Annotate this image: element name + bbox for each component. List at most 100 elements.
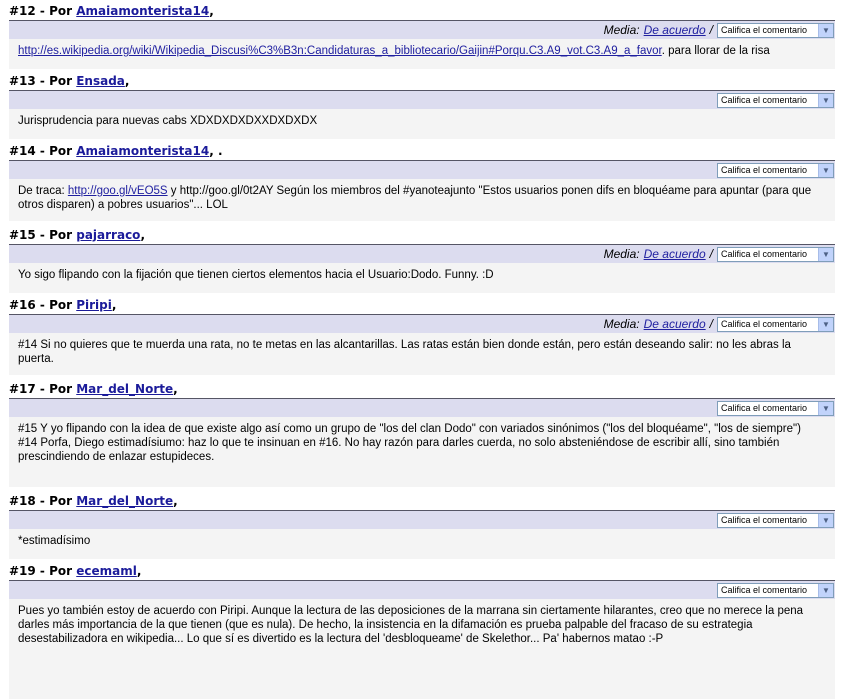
chevron-down-icon[interactable]: ▼	[818, 93, 833, 107]
rate-comment-select[interactable]: Califica el comentario ▼	[717, 22, 834, 38]
comment-author-link[interactable]: Piripi	[76, 298, 112, 312]
agree-link[interactable]: De acuerdo	[644, 23, 706, 37]
comment-author-link[interactable]: pajarraco	[76, 228, 140, 242]
comment-rating-bar: Califica el comentario ▼	[9, 510, 835, 529]
comment-header: #13 - Por Ensada,	[9, 73, 129, 90]
rate-comment-select[interactable]: Califica el comentario ▼	[717, 400, 834, 416]
comment-paragraph: Yo sigo flipando con la fijación que tie…	[18, 268, 827, 282]
comment-text: Pues yo también estoy de acuerdo con Pir…	[18, 605, 804, 645]
comment-body: De traca: http://goo.gl/vEO5S y http://g…	[9, 179, 835, 221]
rate-comment-select-value: Califica el comentario	[721, 165, 808, 175]
rate-comment-select[interactable]: Califica el comentario ▼	[717, 316, 834, 332]
comment-header-suffix: ,	[111, 298, 117, 312]
comment-header-suffix: , .	[209, 144, 223, 158]
comment-header-suffix: ,	[124, 74, 130, 88]
comment-number: #15 - Por	[9, 228, 77, 242]
comment-rating-bar: Media: De acuerdo / Califica el comentario ▼	[9, 20, 835, 39]
media-label: Media:	[603, 247, 640, 261]
chevron-down-icon[interactable]: ▼	[818, 23, 833, 37]
rate-comment-select-value: Califica el comentario	[721, 95, 808, 105]
comment-number: #19 - Por	[9, 564, 77, 578]
comment-rating-bar: Califica el comentario ▼	[9, 90, 835, 109]
comment-text: Jurisprudencia para nuevas cabs XDXDXDXD…	[18, 115, 318, 127]
comment-body: http://es.wikipedia.org/wiki/Wikipedia_D…	[9, 39, 835, 69]
comment-header: #14 - Por Amaiamonteristа14, .	[9, 143, 223, 160]
comment-text: #14 Porfa, Diego estimadísiumo: haz lo q…	[18, 437, 780, 463]
comment-header: #12 - Por Amaiamonteristа14,	[9, 3, 214, 20]
comment-header-suffix: ,	[209, 4, 214, 18]
media-label: Media:	[603, 23, 640, 37]
comment-author-link[interactable]: Ensada	[76, 74, 125, 88]
comment-text: #15 Y yo flipando con la idea de que exi…	[18, 423, 801, 435]
comment-paragraph: http://es.wikipedia.org/wiki/Wikipedia_D…	[18, 44, 827, 58]
comment-link[interactable]: http://es.wikipedia.org/wiki/Wikipedia_D…	[18, 45, 662, 57]
comment-author-link[interactable]: ecemaml	[76, 564, 137, 578]
comment-text: Yo sigo flipando con la fijación que tie…	[18, 269, 494, 281]
chevron-down-icon[interactable]: ▼	[818, 163, 833, 177]
rate-comment-select-value: Califica el comentario	[721, 249, 808, 259]
comment-number: #18 - Por	[9, 494, 77, 508]
comment-body: *estimadísimo	[9, 529, 835, 559]
comment-body: Yo sigo flipando con la fijación que tie…	[9, 263, 835, 293]
comment-rating-bar: Media: De acuerdo / Califica el comentario ▼	[9, 314, 835, 333]
rate-comment-select-value: Califica el comentario	[721, 25, 808, 35]
comment-rating-bar: Media: De acuerdo / Califica el comentario ▼	[9, 244, 835, 263]
comment-number: #12 - Por	[9, 4, 77, 18]
comment-header: #16 - Por Piripi,	[9, 297, 116, 314]
agree-link[interactable]: De acuerdo	[644, 317, 706, 331]
comment-body: #15 Y yo flipando con la idea de que exi…	[9, 417, 835, 487]
rate-comment-select-value: Califica el comentario	[721, 319, 808, 329]
comment-rating-bar: Califica el comentario ▼	[9, 580, 835, 599]
comment-text: *estimadísimo	[18, 535, 91, 547]
comment-header-suffix: ,	[173, 494, 178, 508]
comment-paragraph: Jurisprudencia para nuevas cabs XDXDXDXD…	[18, 114, 827, 128]
agree-link[interactable]: De acuerdo	[644, 247, 706, 261]
comment-rating-bar: Califica el comentario ▼	[9, 398, 835, 417]
comment-text: . para llorar de la risa	[661, 45, 770, 57]
comment-header: #15 - Por pajarraco,	[9, 227, 145, 244]
rate-comment-select[interactable]: Califica el comentario ▼	[717, 582, 834, 598]
chevron-down-icon[interactable]: ▼	[818, 317, 833, 331]
rate-comment-select[interactable]: Califica el comentario ▼	[717, 92, 834, 108]
comment-header-suffix: ,	[136, 564, 142, 578]
comment-body: #14 Si no quieres que te muerda una rata…	[9, 333, 835, 375]
rate-comment-select[interactable]: Califica el comentario ▼	[717, 162, 834, 178]
rate-comment-select-value: Califica el comentario	[721, 403, 808, 413]
rating-separator: /	[709, 23, 713, 37]
rate-comment-select-value: Califica el comentario	[721, 585, 808, 595]
rating-separator: /	[709, 247, 713, 261]
comment-paragraph: De traca: http://goo.gl/vEO5S y http://g…	[18, 184, 827, 212]
comment-body: Jurisprudencia para nuevas cabs XDXDXDXD…	[9, 109, 835, 139]
chevron-down-icon[interactable]: ▼	[818, 513, 833, 527]
chevron-down-icon[interactable]: ▼	[818, 247, 833, 261]
comment-paragraph: #15 Y yo flipando con la idea de que exi…	[18, 422, 827, 436]
comment-text: De traca:	[18, 185, 68, 197]
comment-rating-bar: Califica el comentario ▼	[9, 160, 835, 179]
comment-header: #19 - Por ecemaml,	[9, 563, 141, 580]
comment-author-link[interactable]: Mar_del_Norte	[76, 494, 173, 508]
comment-number: #14 - Por	[9, 144, 77, 158]
comment-number: #13 - Por	[9, 74, 77, 88]
comment-paragraph: Pues yo también estoy de acuerdo con Pir…	[18, 604, 827, 646]
chevron-down-icon[interactable]: ▼	[818, 401, 833, 415]
rate-comment-select[interactable]: Califica el comentario ▼	[717, 246, 834, 262]
media-label: Media:	[603, 317, 640, 331]
comment-number: #17 - Por	[9, 382, 77, 396]
comment-paragraph: *estimadísimo	[18, 534, 827, 548]
rating-separator: /	[709, 317, 713, 331]
chevron-down-icon[interactable]: ▼	[818, 583, 833, 597]
comment-body: Pues yo también estoy de acuerdo con Pir…	[9, 599, 835, 699]
comment-header: #17 - Por Mar_del_Norte,	[9, 381, 178, 398]
comment-author-link[interactable]: Amaiamonteristа14	[76, 4, 209, 18]
comment-header-suffix: ,	[173, 382, 178, 396]
comment-author-link[interactable]: Mar_del_Norte	[76, 382, 173, 396]
comment-number: #16 - Por	[9, 298, 77, 312]
comment-link[interactable]: http://goo.gl/vEO5S	[68, 185, 168, 197]
rate-comment-select[interactable]: Califica el comentario ▼	[717, 512, 834, 528]
comment-text: #14 Si no quieres que te muerda una rata…	[18, 339, 791, 365]
comment-header-suffix: ,	[140, 228, 145, 242]
comment-paragraph: #14 Si no quieres que te muerda una rata…	[18, 338, 827, 366]
rate-comment-select-value: Califica el comentario	[721, 515, 808, 525]
comment-author-link[interactable]: Amaiamonteristа14	[76, 144, 209, 158]
comment-paragraph: #14 Porfa, Diego estimadísiumo: haz lo q…	[18, 436, 827, 464]
